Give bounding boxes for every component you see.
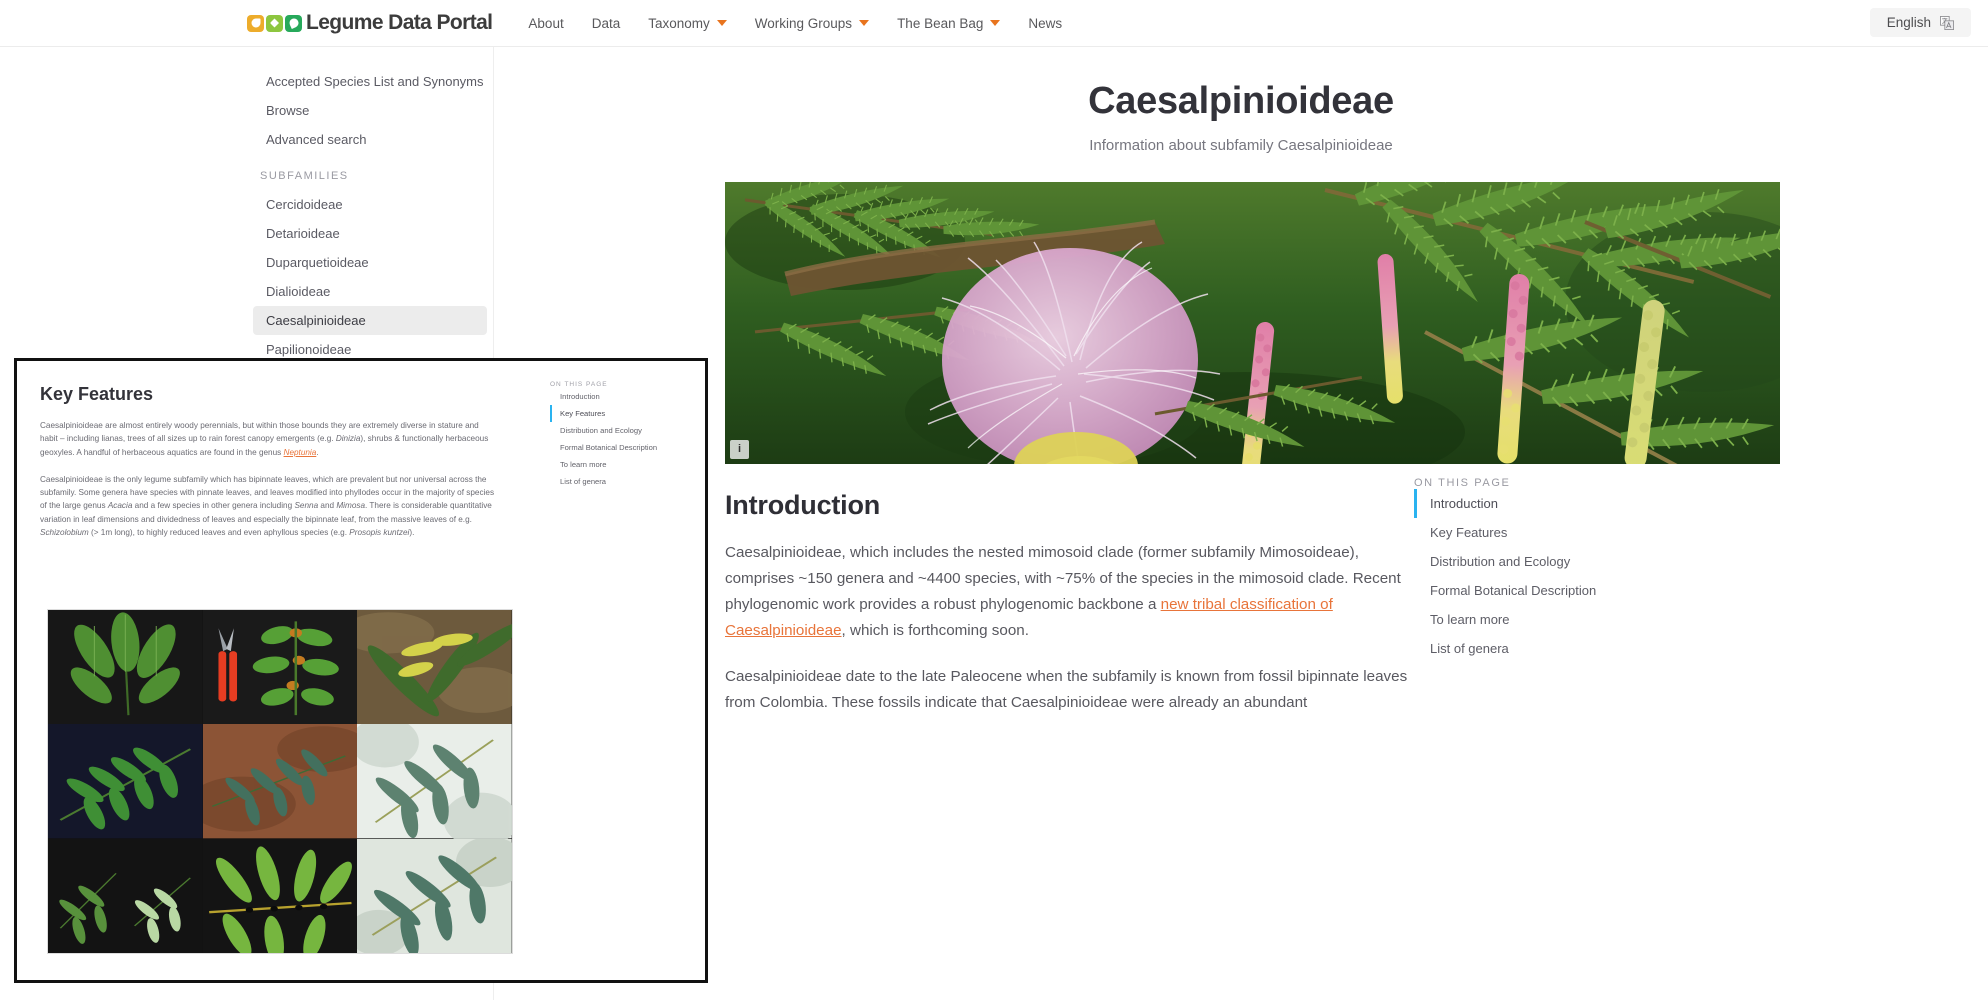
collage-cell-5 — [203, 724, 358, 838]
ov-p2-f: ). — [409, 528, 414, 537]
otp-item-to-learn-more[interactable]: To learn more — [1414, 605, 1684, 634]
translate-icon — [1940, 16, 1954, 30]
collage-cell-3 — [357, 610, 512, 724]
paragraph-text-b: , which is forthcoming soon. — [842, 622, 1029, 639]
nav-label: Data — [592, 16, 621, 31]
leaf-mark-lightgreen-icon — [266, 15, 283, 32]
nav-item-the-bean-bag[interactable]: The Bean Bag — [883, 10, 1014, 37]
nav-item-news[interactable]: News — [1014, 10, 1076, 37]
language-switcher-button[interactable]: English — [1870, 8, 1971, 37]
sidebar-item-duparquetioideae[interactable]: Duparquetioideae — [253, 248, 487, 277]
info-icon: i — [738, 444, 741, 455]
nav-item-working-groups[interactable]: Working Groups — [741, 10, 883, 37]
overlay-otp-item-key-features[interactable]: Key Features — [550, 405, 700, 422]
overlay-otp-item-list-of-genera[interactable]: List of genera — [550, 473, 700, 490]
otp-item-distribution-and-ecology[interactable]: Distribution and Ecology — [1414, 547, 1684, 576]
collage-cell-9 — [357, 839, 512, 953]
sidebar-item-browse[interactable]: Browse — [253, 96, 487, 125]
on-this-page-nav: ON THIS PAGE Introduction Key Features D… — [1414, 477, 1684, 663]
language-label: English — [1887, 15, 1931, 30]
site-header: Legume Data Portal About Data Taxonomy W… — [0, 0, 1988, 47]
leaf-morphology-collage — [47, 609, 513, 954]
nav-label: Taxonomy — [648, 16, 710, 31]
ov-p2-b: and a few species in other genera includ… — [132, 501, 294, 510]
collage-cell-6 — [357, 724, 512, 838]
overlay-otp-item-distribution-and-ecology[interactable]: Distribution and Ecology — [550, 422, 700, 439]
nav-label: Working Groups — [755, 16, 852, 31]
ov-p2-c: and — [318, 501, 336, 510]
overlay-paragraph-1: Caesalpinioideae are almost entirely woo… — [40, 419, 495, 459]
hero-illustration — [725, 182, 1780, 464]
sidebar-item-caesalpinioideae[interactable]: Caesalpinioideae — [253, 306, 487, 335]
sidebar-item-detarioideae[interactable]: Detarioideae — [253, 219, 487, 248]
introduction-paragraph-1: Caesalpinioideae, which includes the nes… — [725, 540, 1415, 645]
collage-cell-1 — [48, 610, 203, 724]
main-content: Caesalpinioideae Information about subfa… — [494, 47, 1988, 1000]
collage-cell-2 — [203, 610, 358, 724]
chevron-down-icon — [717, 20, 727, 26]
page-root: Legume Data Portal About Data Taxonomy W… — [0, 0, 1988, 1000]
ov-p1-c: . — [316, 448, 318, 457]
collage-cell-7 — [48, 839, 203, 953]
sidebar-item-dialioideae[interactable]: Dialioideae — [253, 277, 487, 306]
ov-p2-italic-acacia: Acacia — [108, 501, 133, 510]
otp-item-introduction[interactable]: Introduction — [1414, 489, 1684, 518]
sidebar-item-cercidoideae[interactable]: Cercidoideae — [253, 190, 487, 219]
ov-p2-e: (> 1m long), to highly reduced leaves an… — [89, 528, 350, 537]
on-this-page-title: ON THIS PAGE — [1414, 477, 1684, 489]
sidebar-item-accepted-species-list[interactable]: Accepted Species List and Synonyms — [253, 67, 487, 96]
nav-label: About — [528, 16, 563, 31]
otp-item-formal-botanical-description[interactable]: Formal Botanical Description — [1414, 576, 1684, 605]
leaf-mark-green-icon — [285, 15, 302, 32]
overlay-otp-item-formal-botanical-description[interactable]: Formal Botanical Description — [550, 439, 700, 456]
sidebar-item-advanced-search[interactable]: Advanced search — [253, 125, 487, 154]
overlay-on-this-page-nav: ON THIS PAGE Introduction Key Features D… — [550, 381, 700, 490]
ov-p2-italic-schizolobium: Schizolobium — [40, 528, 89, 537]
logo-marks — [247, 15, 302, 32]
leaf-mark-orange-icon — [247, 15, 264, 32]
overlay-otp-item-introduction[interactable]: Introduction — [550, 388, 700, 405]
page-title: Caesalpinioideae — [494, 80, 1988, 123]
sidebar-group-subfamilies: SUBFAMILIES — [247, 154, 493, 190]
nav-item-about[interactable]: About — [514, 10, 577, 37]
overlay-paragraph-2: Caesalpinioideae is the only legume subf… — [40, 473, 495, 539]
ov-p2-italic-prosopis-kuntzei: Prosopis kuntzei — [349, 528, 409, 537]
image-attribution-badge[interactable]: i — [730, 440, 749, 459]
otp-item-key-features[interactable]: Key Features — [1414, 518, 1684, 547]
main-nav: About Data Taxonomy Working Groups The B… — [514, 10, 1076, 37]
nav-item-taxonomy[interactable]: Taxonomy — [634, 10, 741, 37]
introduction-paragraph-2: Caesalpinioideae date to the late Paleoc… — [725, 664, 1415, 716]
overlay-otp-title: ON THIS PAGE — [550, 381, 700, 388]
brand-logo[interactable]: Legume Data Portal — [247, 11, 492, 35]
hero-image: i — [725, 182, 1780, 464]
collage-cell-8 — [203, 839, 358, 953]
ov-p2-italic-mimosa: Mimosa — [336, 501, 365, 510]
chevron-down-icon — [990, 20, 1000, 26]
collage-cell-4 — [48, 724, 203, 838]
chevron-down-icon — [859, 20, 869, 26]
otp-item-list-of-genera[interactable]: List of genera — [1414, 634, 1684, 663]
brand-name: Legume Data Portal — [306, 11, 492, 35]
key-features-inset-panel: Key Features Caesalpinioideae are almost… — [14, 358, 708, 983]
overlay-otp-item-to-learn-more[interactable]: To learn more — [550, 456, 700, 473]
ov-p2-italic-senna: Senna — [294, 501, 318, 510]
page-subtitle: Information about subfamily Caesalpinioi… — [494, 137, 1988, 154]
nav-label: News — [1028, 16, 1062, 31]
ov-p1-italic-dinizia: Dinizia — [336, 434, 361, 443]
nav-item-data[interactable]: Data — [578, 10, 635, 37]
neptunia-link[interactable]: Neptunia — [284, 448, 317, 457]
nav-label: The Bean Bag — [897, 16, 983, 31]
